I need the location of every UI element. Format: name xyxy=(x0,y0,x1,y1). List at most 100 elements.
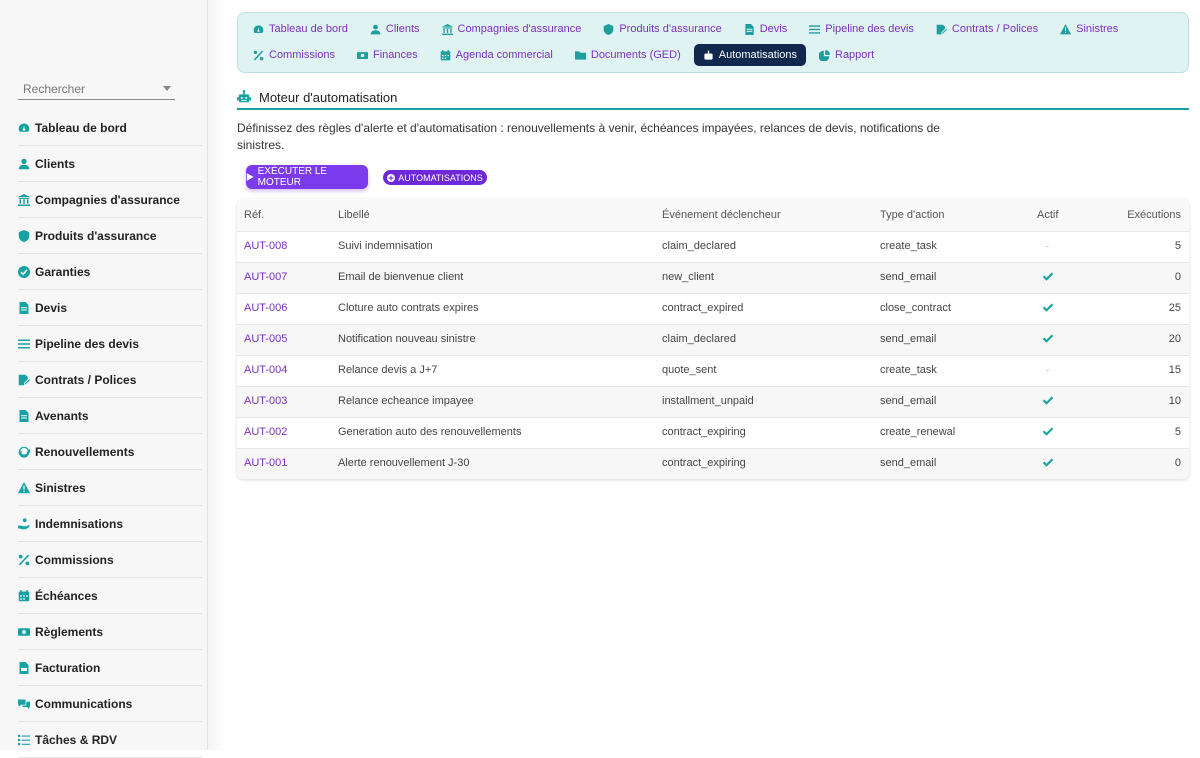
sidebar-item-renouvellements[interactable]: Renouvellements xyxy=(18,434,202,470)
sidebar-item-clients[interactable]: Clients xyxy=(18,146,202,182)
percent-icon xyxy=(253,50,264,61)
sidebar-item-ch-ances[interactable]: Échéances xyxy=(18,578,202,614)
sidebar-item-sinistres[interactable]: Sinistres xyxy=(18,470,202,506)
search-select[interactable]: Rechercher xyxy=(18,78,175,100)
tab-devis[interactable]: Devis xyxy=(735,18,797,40)
sidebar-item-tableau-de-bord[interactable]: Tableau de bord xyxy=(18,110,202,146)
table-row[interactable]: AUT-003 Relance echeance impayee installme… xyxy=(237,387,1189,418)
refresh-icon xyxy=(18,446,30,458)
tab-commissions[interactable]: Commissions xyxy=(244,44,344,66)
active-check-icon xyxy=(1042,426,1054,441)
ref-link[interactable]: AUT-003 xyxy=(244,395,287,407)
table-header: Réf. Libellé Événement déclencheur Type … xyxy=(237,199,1189,232)
top-navigation: Tableau de bord Clients Compagnies d'assur… xyxy=(237,12,1189,73)
header-label[interactable]: Libellé xyxy=(338,209,370,221)
sidebar-item-facturation[interactable]: Facturation xyxy=(18,650,202,686)
executions-count: 25 xyxy=(1168,302,1181,314)
tab-documents-ged[interactable]: Documents (GED) xyxy=(566,44,690,66)
table-row[interactable]: AUT-001 Alerte renouvellement J-30 contrac… xyxy=(237,449,1189,479)
header-action[interactable]: Type d'action xyxy=(880,209,944,221)
sidebar-item-label: Renouvellements xyxy=(35,444,135,459)
money-icon xyxy=(357,50,369,61)
sidebar-item-contrats-polices[interactable]: Contrats / Polices xyxy=(18,362,202,398)
pie-chart-icon xyxy=(819,49,830,61)
tab-clients[interactable]: Clients xyxy=(361,18,429,40)
sidebar-item-t-ches-rdv[interactable]: Tâches & RDV xyxy=(18,722,202,758)
sidebar-item-indemnisations[interactable]: Indemnisations xyxy=(18,506,202,542)
sidebar-item-commissions[interactable]: Commissions xyxy=(18,542,202,578)
page-description: Définissez des règles d'alerte et d'auto… xyxy=(237,121,940,152)
sidebar-item-communications[interactable]: Communications xyxy=(18,686,202,722)
sidebar-item-produits-d-assurance[interactable]: Produits d'assurance xyxy=(18,218,202,254)
file-signature-icon xyxy=(936,24,947,35)
sidebar-item-label: Garanties xyxy=(35,264,91,279)
ref-link[interactable]: AUT-004 xyxy=(244,364,287,376)
sidebar-item-compagnies-d-assurance[interactable]: Compagnies d'assurance xyxy=(18,182,202,218)
table-row[interactable]: AUT-005 Notification nouveau sinistre clai… xyxy=(237,325,1189,356)
executions-count: 5 xyxy=(1174,240,1181,252)
tab-finances[interactable]: Finances xyxy=(348,44,427,66)
executions-count: 10 xyxy=(1168,395,1181,407)
tab-compagnies-d-assurance[interactable]: Compagnies d'assurance xyxy=(433,18,591,40)
action-type: create_task xyxy=(880,240,937,252)
sidebar-item-r-glements[interactable]: Règlements xyxy=(18,614,202,650)
tab-label: Sinistres xyxy=(1076,23,1119,35)
tab-label: Commissions xyxy=(269,49,336,61)
tab-label: Documents (GED) xyxy=(590,49,681,61)
ref-link[interactable]: AUT-005 xyxy=(244,333,287,345)
user-icon xyxy=(18,158,30,170)
header-executions[interactable]: Exécutions xyxy=(1127,209,1181,221)
tab-agenda-commercial[interactable]: Agenda commercial xyxy=(431,44,562,66)
tab-tableau-de-bord[interactable]: Tableau de bord xyxy=(244,18,357,40)
sidebar-item-label: Avenants xyxy=(35,408,89,423)
action-type: create_task xyxy=(880,364,937,376)
table-row[interactable]: AUT-007 Email de bienvenue client new_clie… xyxy=(237,263,1189,294)
ref-link[interactable]: AUT-002 xyxy=(244,426,287,438)
ref-link[interactable]: AUT-008 xyxy=(244,240,287,252)
percent-icon xyxy=(18,554,30,566)
trigger-event: installment_unpaid xyxy=(662,395,754,407)
sidebar-item-avenants[interactable]: Avenants xyxy=(18,398,202,434)
active-check-icon xyxy=(1042,395,1054,410)
tab-sinistres[interactable]: Sinistres xyxy=(1051,18,1127,40)
header-event[interactable]: Événement déclencheur xyxy=(662,209,781,221)
header-active[interactable]: Actif xyxy=(1037,209,1058,221)
table-row[interactable]: AUT-002 Generation auto des renouvellemen… xyxy=(237,418,1189,449)
ref-link[interactable]: AUT-007 xyxy=(244,271,287,283)
sidebar: Rechercher Tableau de bord Clients Compagn… xyxy=(0,0,208,758)
trigger-event: claim_declared xyxy=(662,240,736,252)
sidebar-item-label: Produits d'assurance xyxy=(35,228,157,243)
sidebar-item-devis[interactable]: Devis xyxy=(18,290,202,326)
trigger-event: quote_sent xyxy=(662,364,717,376)
tab-label: Pipeline des devis xyxy=(825,23,914,35)
header-ref[interactable]: Réf. xyxy=(244,209,264,221)
table-row[interactable]: AUT-006 Cloture auto contrats expires cont… xyxy=(237,294,1189,325)
tab-pipeline-des-devis[interactable]: Pipeline des devis xyxy=(800,18,923,40)
caret-down-icon[interactable] xyxy=(163,86,171,91)
table-row[interactable]: AUT-008 Suivi indemnisation claim_declared… xyxy=(237,232,1189,263)
automations-table: Réf. Libellé Événement déclencheur Type … xyxy=(237,199,1189,479)
automation-label: Alerte renouvellement J-30 xyxy=(338,457,470,469)
automations-button[interactable]: AUTOMATISATIONS xyxy=(383,170,487,185)
calendar-icon xyxy=(18,589,30,602)
dashboard-icon xyxy=(18,122,30,134)
run-engine-button[interactable]: EXÉCUTER LE MOTEUR xyxy=(246,165,368,189)
tab-automatisations[interactable]: Automatisations xyxy=(693,44,806,66)
tab-contrats-polices[interactable]: Contrats / Polices xyxy=(927,18,1047,40)
shield-icon xyxy=(18,229,30,242)
sidebar-item-label: Facturation xyxy=(35,660,101,675)
tab-label: Contrats / Polices xyxy=(951,23,1039,35)
table-row[interactable]: AUT-004 Relance devis a J+7 quote_sent crea… xyxy=(237,356,1189,387)
ref-link[interactable]: AUT-001 xyxy=(244,457,287,469)
tab-label: Automatisations xyxy=(718,49,797,61)
automation-label: Cloture auto contrats expires xyxy=(338,302,479,314)
ref-link[interactable]: AUT-006 xyxy=(244,302,287,314)
bars-icon xyxy=(809,24,821,35)
sidebar-item-pipeline-des-devis[interactable]: Pipeline des devis xyxy=(18,326,202,362)
sidebar-item-label: Communications xyxy=(35,696,133,711)
sidebar-item-garanties[interactable]: Garanties xyxy=(18,254,202,290)
tab-produits-d-assurance[interactable]: Produits d'assurance xyxy=(594,18,730,40)
automation-label: Suivi indemnisation xyxy=(338,240,433,252)
tab-rapport[interactable]: Rapport xyxy=(810,44,883,66)
tab-label: Compagnies d'assurance xyxy=(457,23,582,35)
